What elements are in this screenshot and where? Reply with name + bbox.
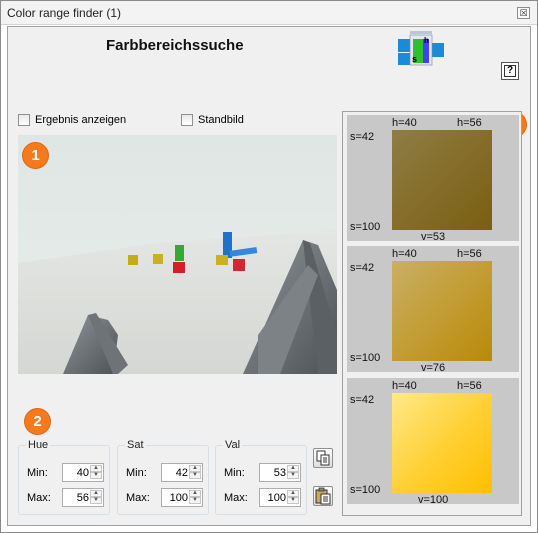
checkbox-box[interactable] <box>181 114 193 126</box>
max-label: Max: <box>224 491 248 504</box>
v-label: v=76 <box>421 362 446 374</box>
spin-up-icon[interactable]: ▲ <box>90 465 102 472</box>
spin-down-icon[interactable]: ▼ <box>90 497 102 504</box>
spin-down-icon[interactable]: ▼ <box>287 472 299 479</box>
checkbox-label: Ergebnis anzeigen <box>35 114 127 126</box>
color-range-finder-window: Color range finder (1) ☒ Farbbereichssuc… <box>0 0 538 533</box>
still-image-checkbox[interactable]: Standbild <box>181 114 244 126</box>
min-label: Min: <box>126 466 147 479</box>
window-title: Color range finder (1) <box>7 6 122 20</box>
val-group: Val Min: 53 ▲ ▼ Max: 100 ▲ ▼ <box>215 439 307 515</box>
spin-up-icon[interactable]: ▲ <box>189 490 201 497</box>
camera-preview[interactable]: 1 <box>18 135 337 374</box>
spin-down-icon[interactable]: ▼ <box>90 472 102 479</box>
val-max-spinner[interactable]: 100 ▲ ▼ <box>259 488 301 507</box>
copy-button[interactable] <box>313 448 333 468</box>
close-icon[interactable]: ☒ <box>517 7 530 19</box>
spin-up-icon[interactable]: ▲ <box>287 465 299 472</box>
show-result-checkbox[interactable]: Ergebnis anzeigen <box>18 114 126 126</box>
color-preview-panel: h=40 h=56 s=42 s=100 v=53 h=40 h=56 s=42… <box>342 111 522 516</box>
swatch-panel-v53: h=40 h=56 s=42 s=100 v=53 <box>347 115 519 243</box>
hue-max-spinner[interactable]: 56 ▲ ▼ <box>62 488 104 507</box>
badge-2: 2 <box>25 409 50 434</box>
checkbox-box[interactable] <box>18 114 30 126</box>
h-max-label: h=56 <box>457 117 482 129</box>
h-max-label: h=56 <box>457 380 482 392</box>
spinner-value: 56 <box>76 492 89 504</box>
s-top-label: s=42 <box>350 394 375 406</box>
v-label: v=100 <box>418 494 449 506</box>
page-title: Farbbereichssuche <box>106 37 244 54</box>
help-button[interactable]: ? <box>501 62 519 80</box>
spin-up-icon[interactable]: ▲ <box>189 465 201 472</box>
camera-image <box>18 135 337 374</box>
h-min-label: h=40 <box>392 380 417 392</box>
h-min-label: h=40 <box>392 117 417 129</box>
checkbox-label: Standbild <box>198 114 244 126</box>
val-min-spinner[interactable]: 53 ▲ ▼ <box>259 463 301 482</box>
spin-up-icon[interactable]: ▲ <box>90 490 102 497</box>
group-title: Sat <box>125 439 146 451</box>
paste-icon <box>315 487 331 505</box>
max-label: Max: <box>126 491 150 504</box>
group-title: Hue <box>26 439 51 451</box>
color-swatch <box>392 393 492 493</box>
color-swatch <box>392 261 492 361</box>
swatch-panel-v76: h=40 h=56 s=42 s=100 v=76 <box>347 246 519 374</box>
v-label: v=53 <box>421 231 446 243</box>
group-title: Val <box>223 439 243 451</box>
spin-down-icon[interactable]: ▼ <box>287 497 299 504</box>
paste-button[interactable] <box>313 486 333 506</box>
s-bottom-label: s=100 <box>350 221 381 233</box>
spin-down-icon[interactable]: ▼ <box>189 497 201 504</box>
spinner-value: 100 <box>169 492 188 504</box>
sat-group: Sat Min: 42 ▲ ▼ Max: 100 ▲ ▼ <box>117 439 209 515</box>
swatch-panel-v100: h=40 h=56 s=42 s=100 v=100 <box>347 378 519 506</box>
copy-icon <box>316 450 330 466</box>
spinner-value: 53 <box>273 467 286 479</box>
svg-text:h: h <box>424 36 429 45</box>
spin-up-icon[interactable]: ▲ <box>287 490 299 497</box>
h-max-label: h=56 <box>457 248 482 260</box>
hue-group: Hue Min: 40 ▲ ▼ Max: 56 ▲ ▼ <box>18 439 110 515</box>
s-top-label: s=42 <box>350 262 375 274</box>
spin-down-icon[interactable]: ▼ <box>189 472 201 479</box>
sat-max-spinner[interactable]: 100 ▲ ▼ <box>161 488 203 507</box>
s-bottom-label: s=100 <box>350 352 381 364</box>
sat-min-spinner[interactable]: 42 ▲ ▼ <box>161 463 203 482</box>
spinner-value: 42 <box>175 467 188 479</box>
title-bar[interactable]: Color range finder (1) ☒ <box>1 1 537 25</box>
h-min-label: h=40 <box>392 248 417 260</box>
svg-text:s: s <box>412 54 417 64</box>
min-label: Min: <box>27 466 48 479</box>
color-range-app-icon: s h <box>398 31 444 66</box>
color-swatch <box>392 130 492 230</box>
hue-min-spinner[interactable]: 40 ▲ ▼ <box>62 463 104 482</box>
spinner-value: 40 <box>76 467 89 479</box>
min-label: Min: <box>224 466 245 479</box>
badge-1: 1 <box>23 143 48 168</box>
max-label: Max: <box>27 491 51 504</box>
s-top-label: s=42 <box>350 131 375 143</box>
s-bottom-label: s=100 <box>350 484 381 496</box>
spinner-value: 100 <box>267 492 286 504</box>
